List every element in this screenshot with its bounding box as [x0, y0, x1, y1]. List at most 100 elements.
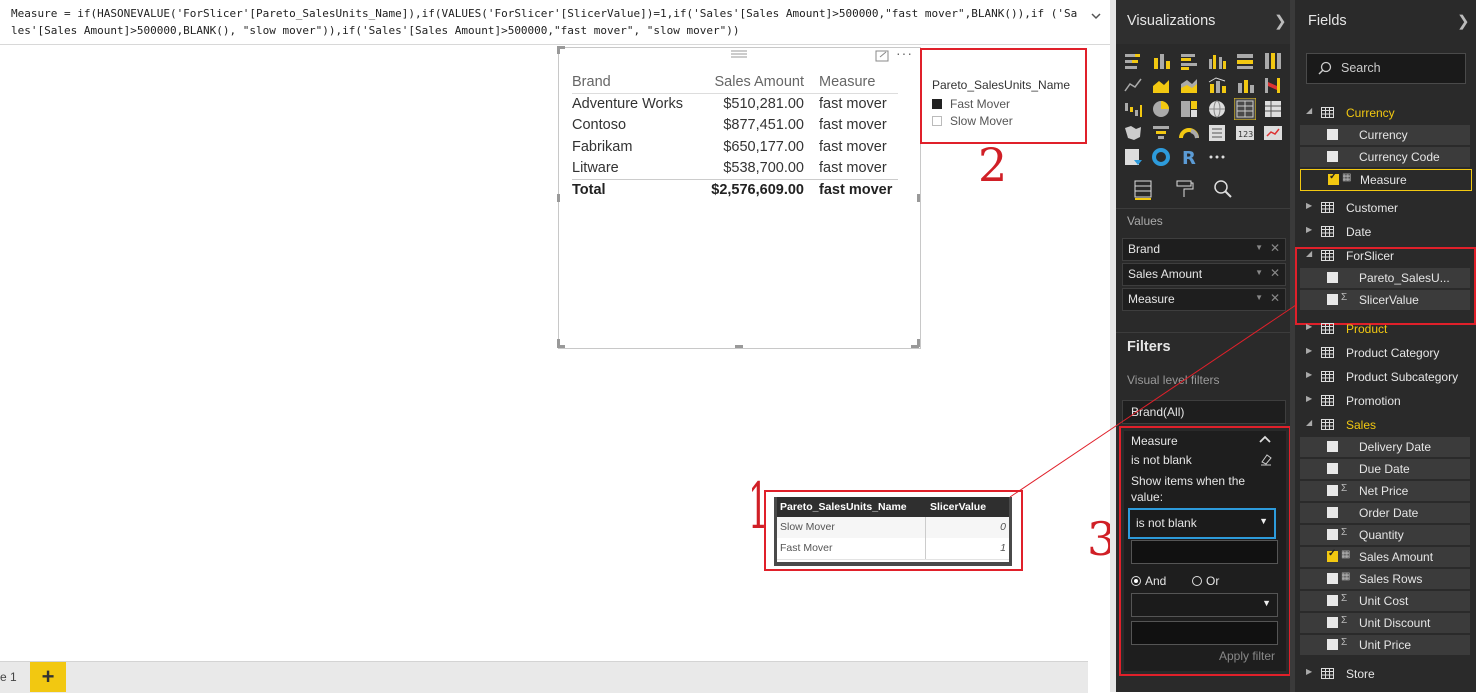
checkbox-icon[interactable] — [1327, 272, 1338, 283]
second-condition-select[interactable]: ▼ — [1131, 593, 1278, 617]
value-well-sales-amount[interactable]: Sales Amount ▼ ✕ — [1122, 263, 1286, 286]
checkbox-checked-icon[interactable] — [1328, 171, 1339, 185]
field-item-due-date[interactable]: Due Date — [1300, 459, 1470, 479]
expand-triangle-icon[interactable]: ▶ — [1306, 394, 1312, 403]
radio-selected-icon[interactable] — [1131, 576, 1141, 586]
collapse-triangle-icon[interactable]: ◢ — [1306, 418, 1312, 427]
checkbox-icon[interactable] — [1327, 294, 1338, 305]
field-item-sales-amount[interactable]: ▦ Sales Amount — [1300, 547, 1470, 567]
field-item-currency-code[interactable]: Currency Code — [1300, 147, 1470, 167]
more-options-icon[interactable]: ··· — [896, 45, 913, 61]
card-icon[interactable]: 123 — [1234, 122, 1256, 144]
dropdown-arrow-icon[interactable]: ▼ — [1262, 598, 1271, 608]
chevron-down-icon[interactable]: ▼ — [1255, 268, 1263, 277]
column-header[interactable]: Sales Amount — [715, 74, 804, 90]
chevron-up-icon[interactable] — [1258, 434, 1272, 444]
field-table-promotion[interactable]: ▶ Promotion — [1295, 391, 1476, 413]
remove-field-icon[interactable]: ✕ — [1270, 241, 1280, 255]
value-well-brand[interactable]: Brand ▼ ✕ — [1122, 238, 1286, 261]
expand-triangle-icon[interactable]: ▶ — [1306, 346, 1312, 355]
stacked-column-chart-icon[interactable] — [1150, 50, 1172, 72]
kpi-icon[interactable] — [1262, 122, 1284, 144]
resize-handle[interactable] — [917, 194, 920, 202]
stacked-area-chart-icon[interactable] — [1178, 74, 1200, 96]
filter-value-input[interactable] — [1131, 540, 1278, 564]
checkbox-icon[interactable] — [1327, 595, 1338, 606]
checkbox-icon[interactable] — [1327, 573, 1338, 584]
dropdown-arrow-icon[interactable]: ▼ — [1259, 516, 1268, 526]
search-input[interactable]: Search — [1306, 53, 1466, 84]
resize-handle[interactable] — [917, 339, 920, 347]
checkbox-icon[interactable] — [1327, 529, 1338, 540]
checkbox-icon[interactable] — [1327, 151, 1338, 162]
field-item-order-date[interactable]: Order Date — [1300, 503, 1470, 523]
pie-chart-icon[interactable] — [1150, 98, 1172, 120]
or-radio[interactable]: Or — [1192, 574, 1219, 588]
value-well-measure[interactable]: Measure ▼ ✕ — [1122, 288, 1286, 311]
fields-tab-icon[interactable] — [1132, 178, 1154, 200]
checkbox-icon[interactable] — [1327, 639, 1338, 650]
remove-field-icon[interactable]: ✕ — [1270, 291, 1280, 305]
100-stacked-column-chart-icon[interactable] — [1262, 50, 1284, 72]
resize-handle[interactable] — [557, 194, 560, 202]
field-table-customer[interactable]: ▶ Customer — [1295, 198, 1476, 220]
r-script-visual-icon[interactable]: R — [1178, 146, 1200, 168]
checkbox-icon[interactable] — [1327, 129, 1338, 140]
expand-triangle-icon[interactable]: ▶ — [1306, 667, 1312, 676]
second-value-input[interactable] — [1131, 621, 1278, 645]
remove-field-icon[interactable]: ✕ — [1270, 266, 1280, 280]
checkbox-icon[interactable] — [1327, 507, 1338, 518]
expand-triangle-icon[interactable]: ▶ — [1306, 322, 1312, 331]
page-tab-label[interactable]: e 1 — [0, 670, 17, 684]
collapse-triangle-icon[interactable]: ◢ — [1306, 106, 1312, 115]
data-table-visual[interactable]: Pareto_SalesUnits_Name SlicerValue Slow … — [764, 490, 1023, 571]
table-icon[interactable] — [1234, 98, 1256, 120]
filter-condition-select[interactable]: is not blank ▼ — [1128, 508, 1276, 539]
slicer-visual[interactable]: Pareto_SalesUnits_Name Fast Mover Slow M… — [920, 48, 1087, 144]
checkbox-icon[interactable] — [1327, 485, 1338, 496]
funnel-chart-icon[interactable] — [1150, 122, 1172, 144]
field-item-sales-rows[interactable]: ▦ Sales Rows — [1300, 569, 1470, 589]
line-and-column-chart-icon[interactable] — [1206, 74, 1228, 96]
checkbox-checked-icon[interactable] — [932, 99, 942, 109]
apply-filter-button[interactable]: Apply filter — [1219, 649, 1275, 663]
field-item-unit-price[interactable]: Σ Unit Price — [1300, 635, 1470, 655]
field-item-delivery-date[interactable]: Delivery Date — [1300, 437, 1470, 457]
column-header[interactable]: Pareto_SalesUnits_Name — [780, 501, 907, 513]
line-chart-icon[interactable] — [1122, 74, 1144, 96]
table-visual[interactable]: ··· Brand Sales Amount Measure Adventure… — [557, 45, 921, 349]
field-table-product-category[interactable]: ▶ Product Category — [1295, 343, 1476, 365]
collapse-pane-icon[interactable]: ❯ — [1274, 12, 1287, 30]
analytics-magnifier-icon[interactable] — [1212, 178, 1234, 200]
add-page-button[interactable]: + — [30, 662, 66, 692]
expand-triangle-icon[interactable]: ▶ — [1306, 225, 1312, 234]
collapse-pane-icon[interactable]: ❯ — [1457, 12, 1470, 30]
resize-handle[interactable] — [557, 46, 560, 54]
expand-triangle-icon[interactable]: ▶ — [1306, 370, 1312, 379]
field-table-currency[interactable]: ◢ Currency — [1295, 103, 1476, 125]
fields-list[interactable]: ◢ Currency Currency Currency Code ▦ Measure ▶ C… — [1295, 94, 1476, 692]
matrix-icon[interactable] — [1262, 98, 1284, 120]
waterfall-chart-icon[interactable] — [1122, 98, 1144, 120]
100-stacked-bar-chart-icon[interactable] — [1234, 50, 1256, 72]
field-table-product-subcategory[interactable]: ▶ Product Subcategory — [1295, 367, 1476, 389]
column-header[interactable]: SlicerValue — [930, 501, 986, 513]
gauge-icon[interactable] — [1178, 122, 1200, 144]
field-item-pareto-salesu-[interactable]: Pareto_SalesU... — [1300, 268, 1470, 288]
field-table-sales[interactable]: ◢ Sales — [1295, 415, 1476, 437]
column-header[interactable]: Brand — [572, 74, 611, 90]
checkbox-icon[interactable] — [1327, 463, 1338, 474]
field-item-unit-cost[interactable]: Σ Unit Cost — [1300, 591, 1470, 611]
checkbox-icon[interactable] — [932, 116, 942, 126]
format-paint-roller-icon[interactable] — [1173, 178, 1195, 200]
collapse-triangle-icon[interactable]: ◢ — [1306, 249, 1312, 258]
stacked-bar-chart-icon[interactable] — [1122, 50, 1144, 72]
field-item-measure[interactable]: ▦ Measure — [1300, 169, 1472, 191]
field-table-product[interactable]: ▶ Product — [1295, 319, 1476, 341]
focus-mode-icon[interactable] — [875, 50, 889, 62]
radio-icon[interactable] — [1192, 576, 1202, 586]
slicer-item[interactable]: Fast Mover — [932, 97, 1010, 111]
field-item-currency[interactable]: Currency — [1300, 125, 1470, 145]
resize-handle[interactable] — [557, 339, 560, 347]
donut-chart-icon[interactable] — [1150, 146, 1172, 168]
